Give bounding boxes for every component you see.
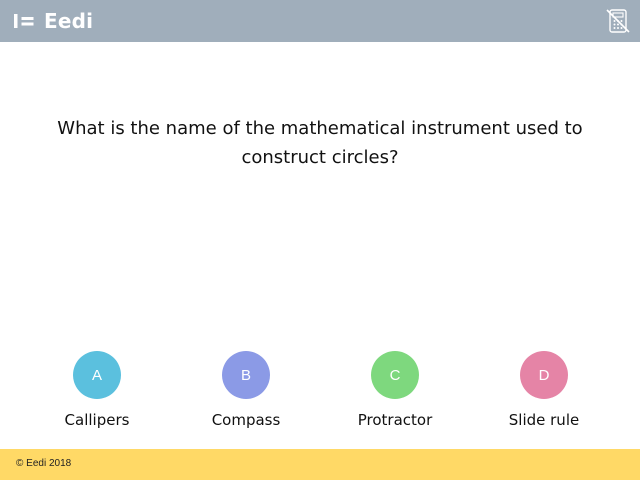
eedi-logo-icon — [14, 12, 36, 30]
eedi-logo: Eedi — [14, 8, 93, 34]
footer-bar: © Eedi 2018 — [0, 449, 640, 480]
question-text: What is the name of the mathematical ins… — [57, 118, 583, 168]
option-a[interactable]: A Callipers — [32, 351, 162, 429]
option-a-label: Callipers — [64, 411, 130, 429]
calculator-not-allowed-icon — [605, 8, 631, 34]
option-d[interactable]: D Slide rule — [479, 351, 609, 429]
option-d-label: Slide rule — [508, 411, 580, 429]
question-slide: Eedi What is the name of the mathematica… — [0, 0, 640, 480]
brand-name: Eedi — [44, 9, 94, 33]
option-a-badge[interactable]: A — [73, 351, 121, 399]
copyright-text: © Eedi 2018 — [16, 458, 72, 469]
header-bar: Eedi — [0, 0, 640, 42]
option-d-badge[interactable]: D — [520, 351, 568, 399]
option-b[interactable]: B Compass — [181, 351, 311, 429]
option-b-badge[interactable]: B — [222, 351, 270, 399]
option-c-badge[interactable]: C — [371, 351, 419, 399]
option-c[interactable]: C Protractor — [330, 351, 460, 429]
option-b-label: Compass — [211, 411, 281, 429]
option-c-label: Protractor — [357, 411, 433, 429]
